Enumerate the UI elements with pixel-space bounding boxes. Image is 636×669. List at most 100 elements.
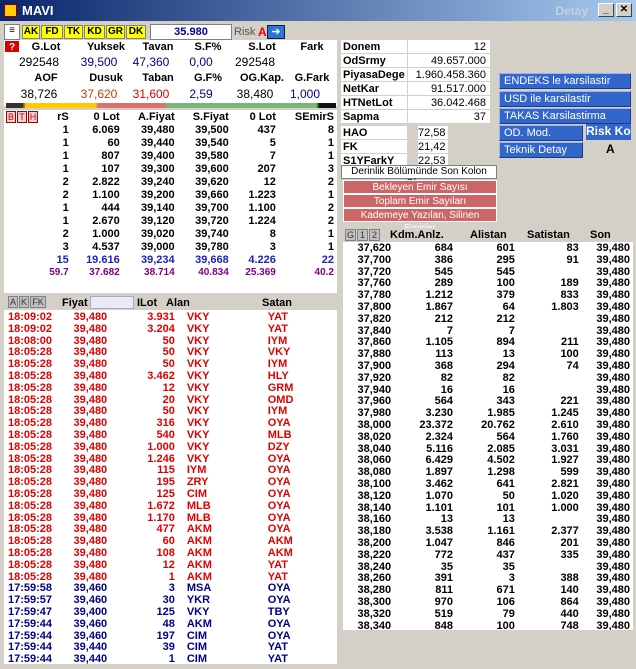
trade-row: 17:59:44 39,460 48 AKM OYA (6, 618, 336, 631)
trades-header-0: Fiyat (62, 297, 88, 309)
trades-tab-k[interactable]: K (19, 296, 29, 308)
summary-value-1-4: 292548 (234, 55, 276, 69)
app-icon (4, 4, 17, 17)
kdm-cell: 39,480 (596, 371, 630, 384)
toolbar-button-kd[interactable]: KD (84, 25, 105, 39)
trade-cell: 108 (156, 546, 175, 559)
depth-cell: 2.822 (92, 175, 120, 188)
bekleyen-emir-button[interactable]: Bekleyen Emir Sayısı (343, 180, 497, 194)
trades-tab-fk[interactable]: FK (30, 296, 46, 308)
kdm-header-3: Satistan (527, 229, 570, 241)
trade-row: 18:05:28 39,480 108 AKM AKM (6, 546, 336, 560)
kdm-tab-1[interactable]: 1 (357, 229, 368, 241)
kdm-cell: 335 (560, 548, 579, 561)
depth-header-5: SEmirS (278, 110, 337, 123)
teknik-detay-button[interactable]: Teknik Detay (499, 142, 583, 158)
kdm-cell: 212 (434, 312, 453, 325)
kdm-cell: 2.324 (425, 430, 453, 443)
trade-cell: OYA (267, 499, 291, 512)
kdm-cell: 641 (496, 477, 515, 490)
kdm-cell: 91 (566, 253, 579, 266)
kdm-tab-2[interactable]: 2 (369, 229, 380, 241)
kdm-cell: 50 (502, 489, 515, 502)
kdm-cell: 39,480 (596, 489, 630, 502)
kdm-tab-g[interactable]: G (345, 229, 356, 241)
kdm-cell: 2.610 (551, 418, 579, 431)
trades-tab-a[interactable]: A (8, 296, 18, 308)
depth-total-cell: 15 (56, 253, 69, 266)
trade-row: 17:59:44 39,440 1 CIM YAT (6, 653, 336, 664)
trade-cell: HLY (267, 369, 289, 382)
trade-cell: AKM (186, 546, 212, 559)
depth-cell: 2.670 (92, 214, 120, 227)
trade-cell: 39,440 (73, 653, 108, 664)
kdm-row: 37,700 386 295 91 39,480 (343, 253, 633, 267)
depth-tab-b[interactable]: B (6, 111, 16, 123)
trade-row: 17:59:47 39,400 125 VKY TBY (6, 605, 336, 619)
kdm-row: 38,300 970 106 864 39,480 (343, 596, 633, 609)
depth-cell: 1.100 (92, 188, 120, 201)
usd-compare-button[interactable]: USD ile karsilastir (499, 91, 631, 107)
depth-cell: 39,660 (195, 188, 229, 201)
endeks-compare-button[interactable]: ENDEKS le karsilastir (499, 73, 631, 89)
trade-cell: VKY (186, 322, 210, 335)
toplam-emir-button[interactable]: Toplam Emir Sayıları (343, 194, 497, 208)
kdm-cell: 772 (434, 548, 453, 561)
depth-tab-h[interactable]: H (28, 111, 38, 123)
kdm-cell: 1.803 (551, 300, 579, 313)
takas-compare-button[interactable]: TAKAS Karsilastirma (499, 108, 631, 124)
trade-cell: YAT (267, 558, 288, 571)
depth-cell: 8 (327, 123, 334, 136)
arrow-right-icon[interactable]: ➔ (267, 25, 285, 39)
depth-row: 1 2.670 39,120 39,720 1.224 2 (4, 214, 337, 227)
od-mod-button[interactable]: OD. Mod. (499, 125, 583, 141)
kdm-cell: 39,480 (596, 619, 630, 630)
depth-cell: 1.100 (248, 201, 276, 214)
kdm-cell: 440 (560, 607, 579, 620)
trade-cell: 39,480 (73, 322, 108, 335)
depth-cell: 7 (269, 149, 276, 162)
summary-header-1-5: Fark (300, 41, 324, 53)
trade-cell: 1 (168, 653, 175, 664)
price-filter-input[interactable] (90, 296, 134, 309)
depth-row: 1 807 39,400 39,580 7 1 (4, 149, 337, 162)
trade-cell: VKY (186, 428, 210, 441)
depth-tab-t[interactable]: T (17, 111, 27, 123)
kdm-cell: 38,320 (357, 607, 392, 620)
toolbar-button-gr[interactable]: GR (106, 25, 125, 39)
close-button[interactable]: ✕ (616, 3, 632, 17)
depth-cell: 3 (327, 162, 334, 175)
info-key-2: PiyasaDege (341, 68, 407, 82)
depth-cell: 1 (62, 214, 69, 227)
depth-row: 3 4.537 39,000 39,780 3 1 (4, 240, 337, 253)
trade-cell: TBY (267, 605, 290, 618)
toolbar-button-dk[interactable]: DK (126, 25, 146, 39)
depth-total-cell: 19.616 (86, 253, 120, 266)
info-value-2: 1.960.458.360 (408, 68, 490, 82)
depth-cell: 39,400 (140, 149, 175, 162)
menu-icon[interactable]: ≡ (4, 24, 20, 40)
kdm-header-2: Alistan (470, 229, 507, 241)
help-icon[interactable]: ? (4, 40, 20, 53)
depth-header-1: 0 Lot (71, 110, 123, 123)
minimize-button[interactable]: _ (598, 3, 614, 17)
depth-cell: 1.223 (248, 188, 276, 201)
toolbar-button-ak[interactable]: AK (22, 25, 40, 39)
summary-value-2-0: 38,726 (20, 87, 58, 101)
trade-cell: 18:05:28 (8, 487, 53, 500)
trade-cell: 1.000 (147, 440, 175, 453)
depth-cell: 1 (327, 188, 334, 201)
depth-avg-cell: 59.7 (49, 267, 69, 278)
trade-cell: 39,400 (73, 605, 108, 618)
kademeye-yazilan-button[interactable]: Kademeye Yazılan, Silinen Emirler (343, 208, 497, 234)
derinlik-option-button[interactable]: Derinlik Bölümünde Son Kolon Olsun (341, 165, 497, 189)
depth-cell: 6.069 (92, 123, 120, 136)
summary-header-1-3: S.F% (194, 41, 222, 53)
trade-row: 18:05:28 39,480 540 VKY MLB (6, 428, 336, 442)
trade-cell: GRM (267, 381, 294, 394)
kdm-cell: 1.020 (551, 489, 579, 502)
trade-cell: 39,480 (73, 369, 108, 382)
toolbar-button-tk[interactable]: TK (64, 25, 83, 39)
trade-row: 18:05:28 39,480 12 AKM YAT (6, 558, 336, 572)
toolbar-button-fd[interactable]: FD (41, 25, 63, 39)
